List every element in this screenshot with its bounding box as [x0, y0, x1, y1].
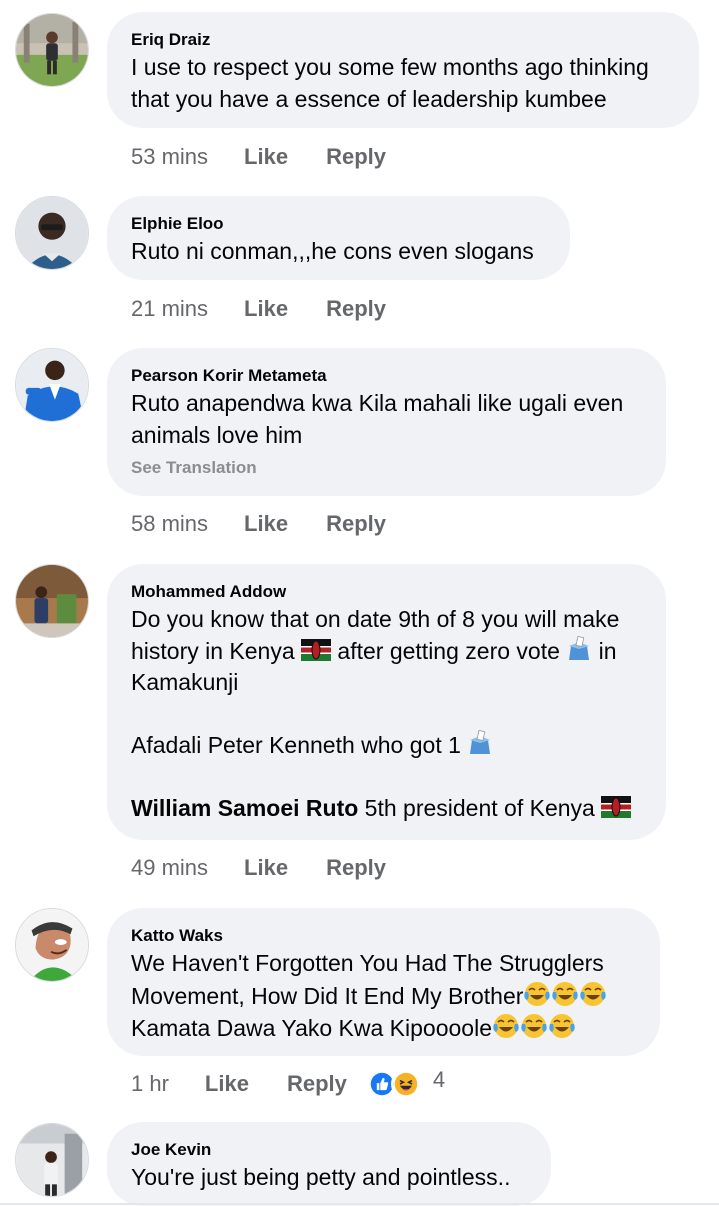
see-translation-link[interactable]: See Translation — [131, 458, 642, 478]
like-button[interactable]: Like — [244, 144, 288, 170]
comment-text: Do you know that on date 9th of 8 you wi… — [131, 604, 642, 825]
avatar[interactable] — [15, 13, 89, 87]
comment-text: Ruto anapendwa kwa Kila mahali like ugal… — [131, 390, 624, 448]
kenya-flag-icon — [301, 638, 332, 661]
avatar[interactable] — [15, 348, 89, 422]
comment-actions: 58 mins Like Reply — [131, 509, 386, 539]
comment-author[interactable]: Mohammed Addow — [131, 581, 642, 603]
comment-author[interactable]: Pearson Korir Metameta — [131, 365, 642, 387]
tears-of-joy-emoji-icon — [552, 981, 579, 1006]
reply-button[interactable]: Reply — [326, 855, 386, 881]
comment-actions: 21 mins Like Reply — [131, 294, 386, 324]
tears-of-joy-emoji-icon — [493, 1014, 519, 1038]
comment-author[interactable]: Elphie Eloo — [131, 213, 546, 235]
comment-text: You're just being petty and pointless.. — [131, 1164, 511, 1190]
comment-time[interactable]: 21 mins — [131, 296, 208, 322]
comment-bubble: Joe Kevin You're just being petty and po… — [107, 1122, 551, 1206]
comment-bubble: Elphie Eloo Ruto ni conman,,,he cons eve… — [107, 196, 570, 280]
reply-button[interactable]: Reply — [287, 1071, 347, 1097]
comment-author[interactable]: Eriq Draiz — [131, 29, 675, 51]
comment-text: I use to respect you some few months ago… — [131, 54, 649, 112]
haha-reaction-icon — [390, 1069, 421, 1099]
comment-text: Ruto ni conman,,,he cons even slogans — [131, 238, 534, 264]
kenya-flag-icon — [601, 796, 632, 818]
avatar[interactable] — [15, 908, 89, 982]
reactions-summary[interactable]: 4 — [366, 1067, 446, 1099]
tears-of-joy-emoji-icon — [580, 981, 607, 1006]
comment-actions: 1 hr Like Reply 4 — [131, 1067, 446, 1099]
comment-time[interactable]: 49 mins — [131, 855, 208, 881]
mention-link[interactable]: William Samoei Ruto — [131, 795, 358, 821]
like-button[interactable]: Like — [244, 855, 288, 881]
comment-author[interactable]: Joe Kevin — [131, 1139, 527, 1161]
reaction-count: 4 — [432, 1067, 446, 1092]
comment-author[interactable]: Katto Waks — [131, 925, 636, 947]
tears-of-joy-emoji-icon — [549, 1014, 575, 1038]
comment-bubble: Katto Waks We Haven't Forgotten You Had … — [107, 908, 660, 1056]
comment-time[interactable]: 58 mins — [131, 511, 208, 537]
reply-button[interactable]: Reply — [326, 296, 386, 322]
comment-bubble: Pearson Korir Metameta Ruto anapendwa kw… — [107, 348, 666, 496]
reply-button[interactable]: Reply — [326, 511, 386, 537]
comment-actions: 49 mins Like Reply — [131, 853, 386, 883]
avatar[interactable] — [15, 1123, 89, 1197]
tears-of-joy-emoji-icon — [524, 981, 551, 1006]
like-button[interactable]: Like — [205, 1071, 249, 1097]
ballot-box-icon — [470, 730, 491, 754]
tears-of-joy-emoji-icon — [521, 1014, 547, 1038]
comment-bubble: Mohammed Addow Do you know that on date … — [107, 564, 666, 840]
avatar[interactable] — [15, 564, 89, 638]
comment-actions: 53 mins Like Reply — [131, 142, 386, 172]
like-button[interactable]: Like — [244, 296, 288, 322]
comment-text: We Haven't Forgotten You Had The Struggl… — [131, 948, 636, 1045]
comment-time[interactable]: 53 mins — [131, 144, 208, 170]
comment-time[interactable]: 1 hr — [131, 1071, 169, 1097]
ballot-box-icon — [569, 635, 590, 660]
avatar[interactable] — [15, 196, 89, 270]
reply-button[interactable]: Reply — [326, 144, 386, 170]
comment-bubble: Eriq Draiz I use to respect you some few… — [107, 12, 699, 128]
like-button[interactable]: Like — [244, 511, 288, 537]
